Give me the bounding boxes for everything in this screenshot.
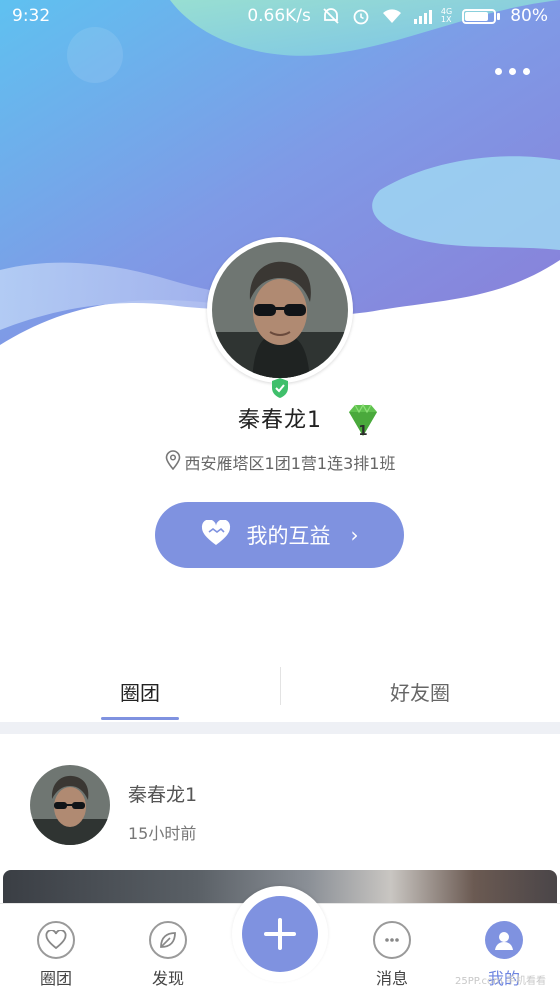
more-dots-icon[interactable] — [495, 68, 530, 75]
tab-friends-circle-label: 好友圈 — [390, 680, 450, 705]
signal-icon — [413, 7, 439, 25]
network-type: 4G 1X — [441, 8, 452, 24]
shield-check-icon — [270, 377, 290, 403]
chat-icon — [373, 921, 411, 959]
nav-quantuan[interactable]: 圈团 — [0, 904, 112, 995]
status-time: 9:32 — [12, 6, 51, 26]
green-diamond-icon: 1 — [343, 402, 383, 444]
post-author-name[interactable]: 秦春龙1 — [128, 780, 197, 807]
profile-avatar[interactable] — [207, 237, 353, 383]
my-huyi-label: 我的互益 — [246, 524, 331, 548]
network-type-bottom: 1X — [440, 15, 452, 24]
location-pin-icon — [165, 450, 181, 474]
heart-icon — [37, 921, 75, 959]
alarm-icon — [351, 6, 371, 26]
tab-friends-circle[interactable]: 好友圈 — [280, 660, 560, 722]
tab-quantuan[interactable]: 圈团 — [0, 660, 280, 722]
profile-page: 9:32 0.66K/s 4G 1X 80% 秦春龙1 1 西安雁塔区1团1营1… — [0, 0, 560, 995]
location-text: 西安雁塔区1团1营1连3排1班 — [184, 454, 396, 473]
wifi-icon — [381, 7, 403, 25]
network-speed: 0.66K/s — [247, 6, 311, 26]
tab-quantuan-label: 圈团 — [120, 680, 160, 705]
post-timestamp: 15小时前 — [128, 824, 197, 843]
tab-divider — [280, 667, 281, 705]
section-separator — [0, 722, 560, 734]
handshake-heart-icon — [201, 518, 231, 551]
battery-icon — [462, 8, 501, 24]
level-badge: 1 — [358, 424, 367, 439]
profile-name: 秦春龙1 — [238, 408, 322, 433]
battery-percent: 80% — [510, 6, 548, 26]
my-huyi-button[interactable]: 我的互益 › — [155, 502, 404, 568]
nav-discover[interactable]: 发现 — [112, 904, 224, 995]
nav-messages[interactable]: 消息 — [336, 904, 448, 995]
profile-name-row: 秦春龙1 — [0, 402, 560, 434]
nav-add-slot — [224, 886, 336, 995]
add-post-button[interactable] — [232, 886, 328, 982]
chevron-right-icon: › — [350, 523, 359, 547]
watermark: 25PP.com 手机看看 — [455, 976, 546, 987]
plus-icon — [242, 896, 318, 972]
status-bar: 9:32 0.66K/s 4G 1X 80% — [0, 0, 560, 32]
nav-messages-label: 消息 — [375, 969, 408, 988]
status-indicators: 0.66K/s 4G 1X 80% — [247, 6, 548, 26]
mute-icon — [321, 6, 341, 26]
nav-quantuan-label: 圈团 — [39, 969, 72, 988]
leaf-icon — [149, 921, 187, 959]
profile-location: 西安雁塔区1团1营1连3排1班 — [0, 450, 560, 474]
nav-discover-label: 发现 — [151, 969, 184, 988]
post-author-avatar[interactable] — [30, 765, 110, 845]
user-icon — [485, 921, 523, 959]
